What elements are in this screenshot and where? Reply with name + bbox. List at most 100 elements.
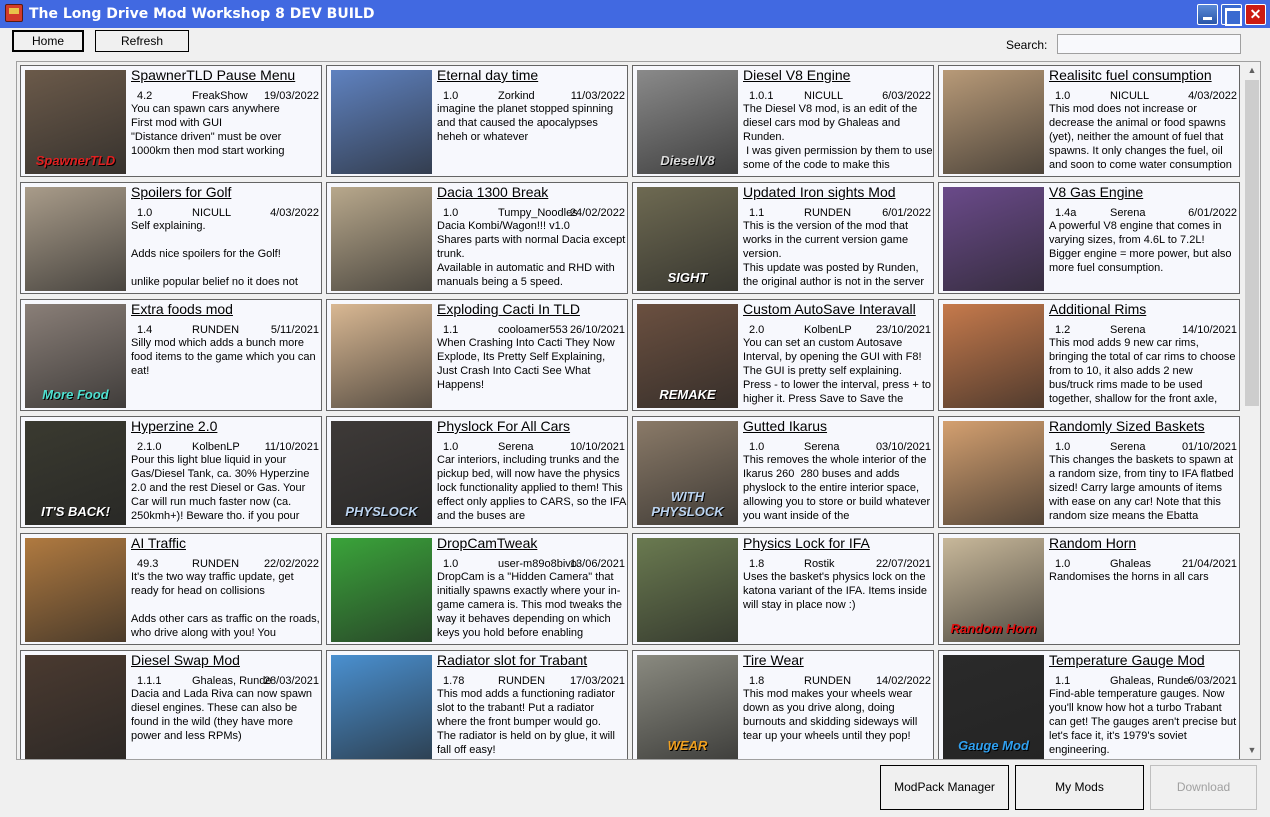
scroll-up-arrow-icon[interactable]: ▲ bbox=[1243, 62, 1260, 79]
mod-card[interactable]: SpawnerTLD SpawnerTLD Pause Menu 4.2 Frea… bbox=[20, 65, 322, 177]
mod-card[interactable]: IT'S BACK! Hyperzine 2.0 2.1.0 KolbenLP 11… bbox=[20, 416, 322, 528]
mod-thumbnail[interactable]: Random Horn bbox=[943, 538, 1044, 642]
mod-card[interactable]: Additional Rims 1.2 Serena 14/10/2021 This… bbox=[938, 299, 1240, 411]
mod-title-link[interactable]: Temperature Gauge Mod bbox=[1049, 652, 1205, 668]
mod-title-link[interactable]: Randomly Sized Baskets bbox=[1049, 418, 1205, 434]
mod-card[interactable]: Physics Lock for IFA 1.8 Rostik 22/07/2021… bbox=[632, 533, 934, 645]
mod-title-link[interactable]: Radiator slot for Trabant bbox=[437, 652, 587, 668]
mod-card[interactable]: Eternal day time 1.0 Zorkind 11/03/2022 im… bbox=[326, 65, 628, 177]
close-button[interactable]: ✕ bbox=[1245, 4, 1266, 25]
refresh-button[interactable]: Refresh bbox=[95, 30, 189, 52]
mod-title-link[interactable]: DropCamTweak bbox=[437, 535, 537, 551]
home-button[interactable]: Home bbox=[12, 30, 84, 52]
mod-card[interactable]: DieselV8 Diesel V8 Engine 1.0.1 NICULL 6/0… bbox=[632, 65, 934, 177]
maximize-button[interactable] bbox=[1221, 4, 1242, 26]
mod-thumbnail[interactable]: IT'S BACK! bbox=[25, 421, 126, 525]
mod-thumbnail[interactable]: REMAKE bbox=[637, 304, 738, 408]
my-mods-button[interactable]: My Mods bbox=[1015, 765, 1144, 810]
mod-thumbnail[interactable] bbox=[943, 70, 1044, 174]
mod-version: 1.0 bbox=[749, 441, 765, 453]
mod-thumbnail[interactable] bbox=[943, 304, 1044, 408]
mod-title-link[interactable]: SpawnerTLD Pause Menu bbox=[131, 67, 295, 83]
mod-title-link[interactable]: Dacia 1300 Break bbox=[437, 184, 548, 200]
mod-thumbnail[interactable] bbox=[637, 538, 738, 642]
mod-title-link[interactable]: Physlock For All Cars bbox=[437, 418, 570, 434]
mod-title-link[interactable]: Custom AutoSave Interavall bbox=[743, 301, 916, 317]
mod-card[interactable]: WEAR Tire Wear 1.8 RUNDEN 14/02/2022 This … bbox=[632, 650, 934, 759]
mod-thumbnail[interactable] bbox=[25, 187, 126, 291]
mod-title-link[interactable]: Spoilers for Golf bbox=[131, 184, 231, 200]
mod-title-link[interactable]: AI Traffic bbox=[131, 535, 186, 551]
mod-card[interactable]: More Food Extra foods mod 1.4 RUNDEN 5/11/… bbox=[20, 299, 322, 411]
mod-thumbnail[interactable] bbox=[331, 70, 432, 174]
mod-thumbnail[interactable] bbox=[331, 187, 432, 291]
mod-version: 1.8 bbox=[749, 675, 765, 687]
mod-thumbnail[interactable]: SpawnerTLD bbox=[25, 70, 126, 174]
mod-thumbnail[interactable]: WEAR bbox=[637, 655, 738, 759]
mod-title-link[interactable]: Realisitc fuel consumption bbox=[1049, 67, 1212, 83]
search-input[interactable] bbox=[1057, 34, 1241, 54]
mod-thumbnail[interactable] bbox=[25, 538, 126, 642]
mod-card[interactable]: DropCamTweak 1.0 user-m89o8bivor 13/06/202… bbox=[326, 533, 628, 645]
mod-description: This changes the baskets to spawn at a r… bbox=[1049, 454, 1237, 522]
mod-description: This mod makes your wheels wear down as … bbox=[743, 688, 921, 742]
mod-card[interactable]: Dacia 1300 Break 1.0 Tumpy_Noodles / 24/0… bbox=[326, 182, 628, 294]
mod-thumbnail[interactable] bbox=[25, 655, 126, 759]
mod-thumbnail[interactable] bbox=[943, 421, 1044, 525]
mod-thumbnail[interactable]: PHYSLOCK bbox=[331, 421, 432, 525]
mod-thumbnail[interactable] bbox=[331, 655, 432, 759]
mod-thumbnail[interactable]: DieselV8 bbox=[637, 70, 738, 174]
mod-title-link[interactable]: Updated Iron sights Mod bbox=[743, 184, 896, 200]
mod-version: 1.0.1 bbox=[749, 90, 774, 102]
mod-thumbnail[interactable] bbox=[331, 538, 432, 642]
minimize-button[interactable] bbox=[1197, 4, 1218, 25]
mod-card[interactable]: Spoilers for Golf 1.0 NICULL 4/03/2022 Sel… bbox=[20, 182, 322, 294]
mod-title-link[interactable]: Hyperzine 2.0 bbox=[131, 418, 217, 434]
mod-card[interactable]: Gauge Mod Temperature Gauge Mod 1.1 Ghale… bbox=[938, 650, 1240, 759]
mod-thumbnail[interactable] bbox=[943, 187, 1044, 291]
mod-title-link[interactable]: Extra foods mod bbox=[131, 301, 233, 317]
mod-title-link[interactable]: Diesel Swap Mod bbox=[131, 652, 240, 668]
mod-date: 24/02/2022 bbox=[569, 207, 625, 219]
mod-card[interactable]: Realisitc fuel consumption 1.0 NICULL 4/03… bbox=[938, 65, 1240, 177]
mod-card[interactable]: V8 Gas Engine 1.4a Serena 6/01/2022 A powe… bbox=[938, 182, 1240, 294]
mod-title-link[interactable]: Physics Lock for IFA bbox=[743, 535, 870, 551]
mod-title-link[interactable]: Exploding Cacti In TLD bbox=[437, 301, 580, 317]
mod-thumbnail[interactable]: WITH PHYSLOCK bbox=[637, 421, 738, 525]
mod-card[interactable]: AI Traffic 49.3 RUNDEN 22/02/2022 It's the… bbox=[20, 533, 322, 645]
thumbnail-caption: Random Horn bbox=[950, 621, 1037, 636]
mod-title-link[interactable]: V8 Gas Engine bbox=[1049, 184, 1143, 200]
mod-description: You can set an custom Autosave Interval,… bbox=[743, 337, 931, 405]
mod-card[interactable]: SIGHT Updated Iron sights Mod 1.1 RUNDEN 6… bbox=[632, 182, 934, 294]
vertical-scrollbar[interactable]: ▲ ▼ bbox=[1243, 62, 1260, 759]
mod-card[interactable]: Diesel Swap Mod 1.1.1 Ghaleas, Runden 28/0… bbox=[20, 650, 322, 759]
mod-author: Serena bbox=[1110, 207, 1146, 219]
mod-title-link[interactable]: Random Horn bbox=[1049, 535, 1136, 551]
mod-title-link[interactable]: Gutted Ikarus bbox=[743, 418, 827, 434]
mod-description: Pour this light blue liquid in your Gas/… bbox=[131, 454, 313, 522]
modpack-manager-button[interactable]: ModPack Manager bbox=[880, 765, 1009, 810]
mod-title-link[interactable]: Diesel V8 Engine bbox=[743, 67, 850, 83]
mod-title-link[interactable]: Tire Wear bbox=[743, 652, 804, 668]
mod-card[interactable]: PHYSLOCK Physlock For All Cars 1.0 Serena… bbox=[326, 416, 628, 528]
mod-card[interactable]: Exploding Cacti In TLD 1.1 cooloamer553 26… bbox=[326, 299, 628, 411]
mod-thumbnail[interactable] bbox=[331, 304, 432, 408]
mod-thumbnail[interactable]: More Food bbox=[25, 304, 126, 408]
mod-thumbnail[interactable]: SIGHT bbox=[637, 187, 738, 291]
mod-author: cooloamer553 bbox=[498, 324, 568, 336]
mod-description: Dacia Kombi/Wagon!!! v1.0 Shares parts w… bbox=[437, 220, 626, 288]
mod-author: RUNDEN bbox=[804, 675, 852, 687]
mod-card[interactable]: Random Horn Random Horn 1.0 Ghaleas 21/04/… bbox=[938, 533, 1240, 645]
mod-card[interactable]: WITH PHYSLOCK Gutted Ikarus 1.0 Serena 03/… bbox=[632, 416, 934, 528]
mod-title-link[interactable]: Additional Rims bbox=[1049, 301, 1146, 317]
download-button[interactable]: Download bbox=[1150, 765, 1257, 810]
mod-date: 26/10/2021 bbox=[569, 324, 625, 336]
mod-card[interactable]: Radiator slot for Trabant 1.78 RUNDEN 17/0… bbox=[326, 650, 628, 759]
mod-thumbnail[interactable]: Gauge Mod bbox=[943, 655, 1044, 759]
mod-card[interactable]: Randomly Sized Baskets 1.0 Serena 01/10/20… bbox=[938, 416, 1240, 528]
search-label: Search: bbox=[1006, 38, 1048, 52]
scroll-down-arrow-icon[interactable]: ▼ bbox=[1243, 742, 1260, 759]
mod-card[interactable]: REMAKE Custom AutoSave Interavall 2.0 Kol… bbox=[632, 299, 934, 411]
scrollbar-thumb[interactable] bbox=[1245, 80, 1259, 406]
mod-title-link[interactable]: Eternal day time bbox=[437, 67, 538, 83]
